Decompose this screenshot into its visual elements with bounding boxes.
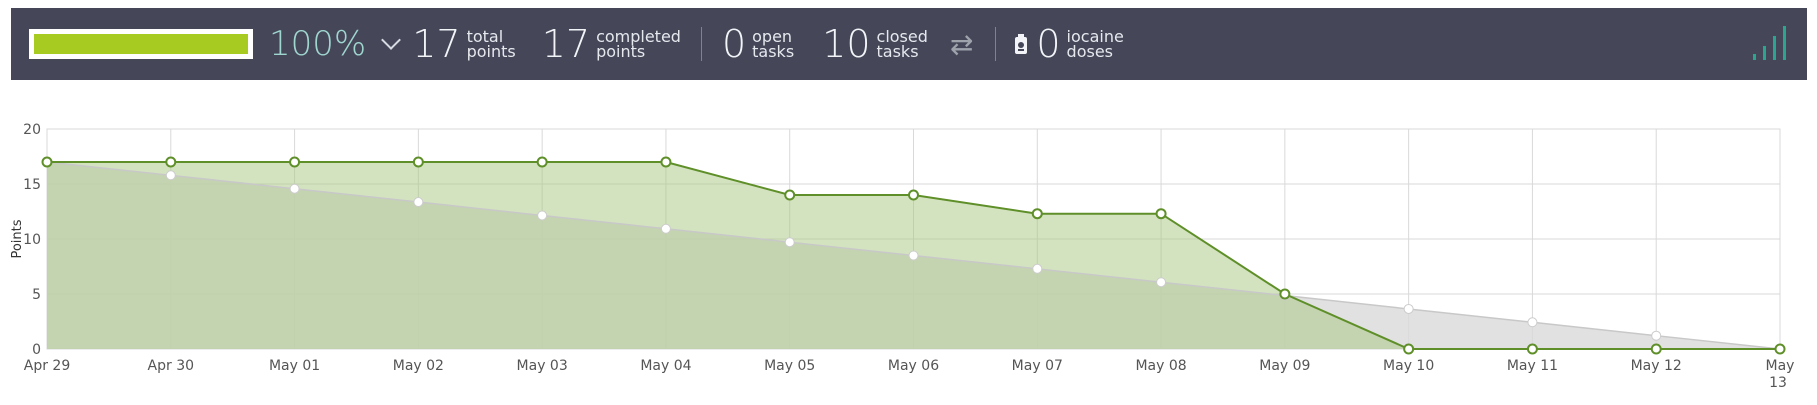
actual-point (1403, 343, 1415, 355)
open-tasks-stat: 0 open tasks (722, 25, 794, 63)
burndown-chart: 0 5 10 15 20 Apr 29 Apr 30 May 01 May 02 May 03 Ma… (0, 95, 1817, 405)
closed-tasks-label: closed tasks (876, 27, 928, 61)
swap-arrows-icon[interactable]: ⇄ (950, 28, 973, 61)
actual-point (908, 189, 919, 201)
total-points-label: total points (466, 27, 516, 61)
y-axis-label: Points (10, 219, 25, 258)
completed-points-label: completed points (596, 27, 681, 61)
optimal-point (1032, 263, 1043, 274)
x-tick-label: May 05 (764, 358, 815, 374)
y-tick-label: 20 (23, 122, 41, 138)
closed-tasks-value: 10 (822, 22, 871, 66)
progress-percent: 100% (269, 24, 367, 64)
x-tick-label: May 01 (269, 358, 320, 374)
chevron-down-icon[interactable] (381, 30, 402, 50)
actual-point (289, 156, 301, 168)
x-tick-label: May 08 (1135, 358, 1186, 374)
total-points-value: 17 (412, 22, 461, 66)
progress-bar (29, 29, 253, 59)
actual-point (1774, 343, 1786, 355)
iocaine-doses-label: iocaine doses (1066, 27, 1124, 61)
progress-fill (34, 34, 248, 54)
x-tick-label: May 10 (1383, 358, 1434, 374)
burndown-chart-svg: 0 5 10 15 20 Apr 29 Apr 30 May 01 May 02 May 03 Ma… (10, 122, 1795, 391)
signal-bars-icon[interactable] (1751, 24, 1791, 64)
x-tick-label: May 02 (393, 358, 444, 374)
y-tick-label: 15 (23, 177, 41, 193)
open-tasks-value: 0 (721, 22, 747, 66)
x-tick-label: May 03 (517, 358, 568, 374)
y-tick-label: 10 (23, 232, 41, 248)
optimal-point (413, 197, 424, 208)
actual-point (784, 189, 796, 201)
actual-point (165, 156, 177, 168)
iocaine-doses-stat: 0 iocaine doses (1036, 25, 1123, 63)
x-tick-label: May (1766, 358, 1795, 374)
optimal-point (537, 210, 548, 221)
optimal-point (1527, 317, 1538, 328)
y-tick-label: 5 (32, 287, 41, 303)
divider (700, 27, 702, 61)
optimal-point (1651, 330, 1662, 341)
closed-tasks-stat: 10 closed tasks (822, 25, 928, 63)
actual-point (1279, 288, 1291, 300)
x-tick-label: May 11 (1507, 358, 1558, 374)
total-points-stat: 17 total points (412, 25, 516, 63)
optimal-point (660, 223, 671, 234)
x-tick-label: Apr 29 (24, 358, 70, 374)
open-tasks-label: open tasks (752, 27, 795, 61)
actual-point (1031, 208, 1043, 220)
actual-point (1650, 343, 1662, 355)
sprint-summary-bar: 100% 17 total points 17 completed points… (11, 8, 1807, 80)
actual-point (1155, 208, 1167, 220)
x-tick-label: May 09 (1259, 358, 1310, 374)
iocaine-bottle-icon (1014, 34, 1028, 54)
optimal-point (908, 250, 919, 261)
optimal-point (165, 170, 176, 181)
y-tick-label: 0 (32, 342, 41, 358)
actual-point (412, 156, 424, 168)
actual-point (536, 156, 548, 168)
divider (995, 27, 997, 61)
optimal-point (289, 183, 300, 194)
x-tick-label-cont: 13 (1769, 375, 1787, 391)
x-tick-label: May 07 (1012, 358, 1063, 374)
x-tick-label: May 04 (640, 358, 691, 374)
optimal-point (784, 237, 795, 248)
x-tick-label: Apr 30 (148, 358, 194, 374)
actual-point (660, 156, 672, 168)
x-tick-label: May 06 (888, 358, 939, 374)
actual-point (41, 156, 53, 168)
optimal-point (1403, 303, 1414, 314)
x-tick-label: May 12 (1631, 358, 1682, 374)
actual-point (1526, 343, 1538, 355)
iocaine-doses-value: 0 (1036, 22, 1061, 66)
completed-points-value: 17 (541, 22, 591, 66)
optimal-point (1156, 277, 1167, 288)
completed-points-stat: 17 completed points (542, 25, 681, 63)
